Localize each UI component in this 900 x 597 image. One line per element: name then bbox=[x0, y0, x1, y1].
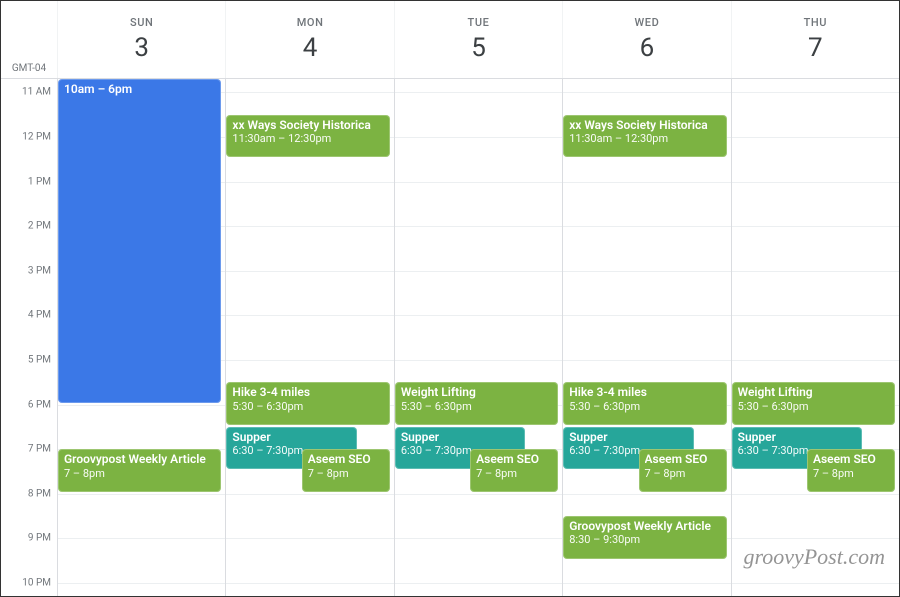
days-area: 10am – 6pmGroovypost Weekly Article7 – 8… bbox=[57, 79, 899, 596]
calendar-event[interactable]: xx Ways Society Historica11:30am – 12:30… bbox=[226, 115, 389, 158]
calendar-week-view: GMT-04 SUN 3 MON 4 TUE 5 WED 6 THU 7 11 AM 12 PM 1 … bbox=[1, 1, 899, 596]
calendar-event[interactable]: Hike 3-4 miles5:30 – 6:30pm bbox=[563, 382, 726, 425]
event-title: Hike 3-4 miles bbox=[232, 385, 383, 399]
time-label: 6 PM bbox=[28, 399, 51, 410]
time-axis: 11 AM 12 PM 1 PM 2 PM 3 PM 4 PM 5 PM 6 PM 7 PM 8 … bbox=[1, 79, 57, 596]
event-time: 11:30am – 12:30pm bbox=[569, 132, 720, 145]
day-header[interactable]: WED 6 bbox=[562, 1, 730, 78]
time-label: 2 PM bbox=[28, 221, 51, 232]
time-label: 3 PM bbox=[28, 265, 51, 276]
event-time: 10am – 6pm bbox=[64, 82, 215, 96]
day-name: MON bbox=[297, 16, 324, 29]
calendar-event[interactable]: Hike 3-4 miles5:30 – 6:30pm bbox=[226, 382, 389, 425]
event-title: Aseem SEO bbox=[308, 452, 384, 466]
day-name: SUN bbox=[130, 16, 153, 29]
day-name: TUE bbox=[468, 16, 490, 29]
event-time: 7 – 8pm bbox=[476, 467, 552, 480]
calendar-event[interactable]: Weight Lifting5:30 – 6:30pm bbox=[732, 382, 895, 425]
calendar-event[interactable]: Aseem SEO7 – 8pm bbox=[639, 449, 727, 492]
time-label: 12 PM bbox=[22, 131, 51, 142]
event-title: xx Ways Society Historica bbox=[232, 118, 383, 132]
event-title: Supper bbox=[401, 430, 520, 444]
calendar-event[interactable]: Groovypost Weekly Article7 – 8pm bbox=[58, 449, 221, 492]
timezone-label: GMT-04 bbox=[1, 1, 57, 78]
calendar-event[interactable]: Weight Lifting5:30 – 6:30pm bbox=[395, 382, 558, 425]
event-title: Aseem SEO bbox=[645, 452, 721, 466]
event-title: Aseem SEO bbox=[476, 452, 552, 466]
event-time: 5:30 – 6:30pm bbox=[232, 400, 383, 413]
time-label: 8 PM bbox=[28, 488, 51, 499]
event-time: 7 – 8pm bbox=[308, 467, 384, 480]
event-title: Groovypost Weekly Article bbox=[64, 452, 215, 466]
calendar-event[interactable]: Aseem SEO7 – 8pm bbox=[470, 449, 558, 492]
event-time: 5:30 – 6:30pm bbox=[401, 400, 552, 413]
day-header[interactable]: MON 4 bbox=[225, 1, 393, 78]
day-name: WED bbox=[634, 16, 659, 29]
day-number[interactable]: 6 bbox=[640, 33, 655, 63]
day-number[interactable]: 7 bbox=[808, 33, 823, 63]
time-label: 4 PM bbox=[28, 310, 51, 321]
time-label: 5 PM bbox=[28, 354, 51, 365]
event-time: 8:30 – 9:30pm bbox=[569, 533, 720, 546]
time-label: 10 PM bbox=[22, 577, 51, 588]
time-label: 11 AM bbox=[22, 87, 51, 98]
day-header[interactable]: SUN 3 bbox=[57, 1, 225, 78]
day-name: THU bbox=[804, 16, 828, 29]
event-time: 7 – 8pm bbox=[645, 467, 721, 480]
day-column[interactable]: 10am – 6pm Groovypost Weekly Article7 – 8… bbox=[57, 79, 225, 596]
event-title: Weight Lifting bbox=[401, 385, 552, 399]
day-number[interactable]: 3 bbox=[134, 33, 149, 63]
day-column[interactable]: xx Ways Society Historica11:30am – 12:30… bbox=[562, 79, 730, 596]
event-time: 11:30am – 12:30pm bbox=[232, 132, 383, 145]
event-title: Weight Lifting bbox=[738, 385, 889, 399]
day-column[interactable]: Weight Lifting5:30 – 6:30pmSupper6:30 – … bbox=[394, 79, 562, 596]
event-title: Aseem SEO bbox=[813, 452, 889, 466]
day-header-row: GMT-04 SUN 3 MON 4 TUE 5 WED 6 THU 7 bbox=[1, 1, 899, 79]
calendar-event[interactable]: Groovypost Weekly Article8:30 – 9:30pm bbox=[563, 516, 726, 559]
day-column[interactable]: xx Ways Society Historica11:30am – 12:30… bbox=[225, 79, 393, 596]
calendar-grid[interactable]: 11 AM 12 PM 1 PM 2 PM 3 PM 4 PM 5 PM 6 PM 7 PM 8 … bbox=[1, 79, 899, 596]
calendar-event[interactable]: xx Ways Society Historica11:30am – 12:30… bbox=[563, 115, 726, 158]
day-number[interactable]: 5 bbox=[471, 33, 486, 63]
event-title: Supper bbox=[569, 430, 688, 444]
day-column[interactable]: Weight Lifting5:30 – 6:30pmSupper6:30 – … bbox=[731, 79, 899, 596]
event-time: 7 – 8pm bbox=[64, 467, 215, 480]
event-title: Groovypost Weekly Article bbox=[569, 519, 720, 533]
event-time: 5:30 – 6:30pm bbox=[738, 400, 889, 413]
event-title: Supper bbox=[232, 430, 351, 444]
event-title: Supper bbox=[738, 430, 857, 444]
time-label: 7 PM bbox=[28, 444, 51, 455]
day-header[interactable]: TUE 5 bbox=[394, 1, 562, 78]
time-label: 1 PM bbox=[28, 176, 51, 187]
event-title: Hike 3-4 miles bbox=[569, 385, 720, 399]
event-time: 7 – 8pm bbox=[813, 467, 889, 480]
calendar-event[interactable]: Aseem SEO7 – 8pm bbox=[302, 449, 390, 492]
time-label: 9 PM bbox=[28, 533, 51, 544]
calendar-event[interactable]: 10am – 6pm bbox=[58, 79, 221, 403]
event-time: 5:30 – 6:30pm bbox=[569, 400, 720, 413]
calendar-event[interactable]: Aseem SEO7 – 8pm bbox=[807, 449, 895, 492]
day-header[interactable]: THU 7 bbox=[731, 1, 899, 78]
event-title: xx Ways Society Historica bbox=[569, 118, 720, 132]
day-number[interactable]: 4 bbox=[303, 33, 318, 63]
